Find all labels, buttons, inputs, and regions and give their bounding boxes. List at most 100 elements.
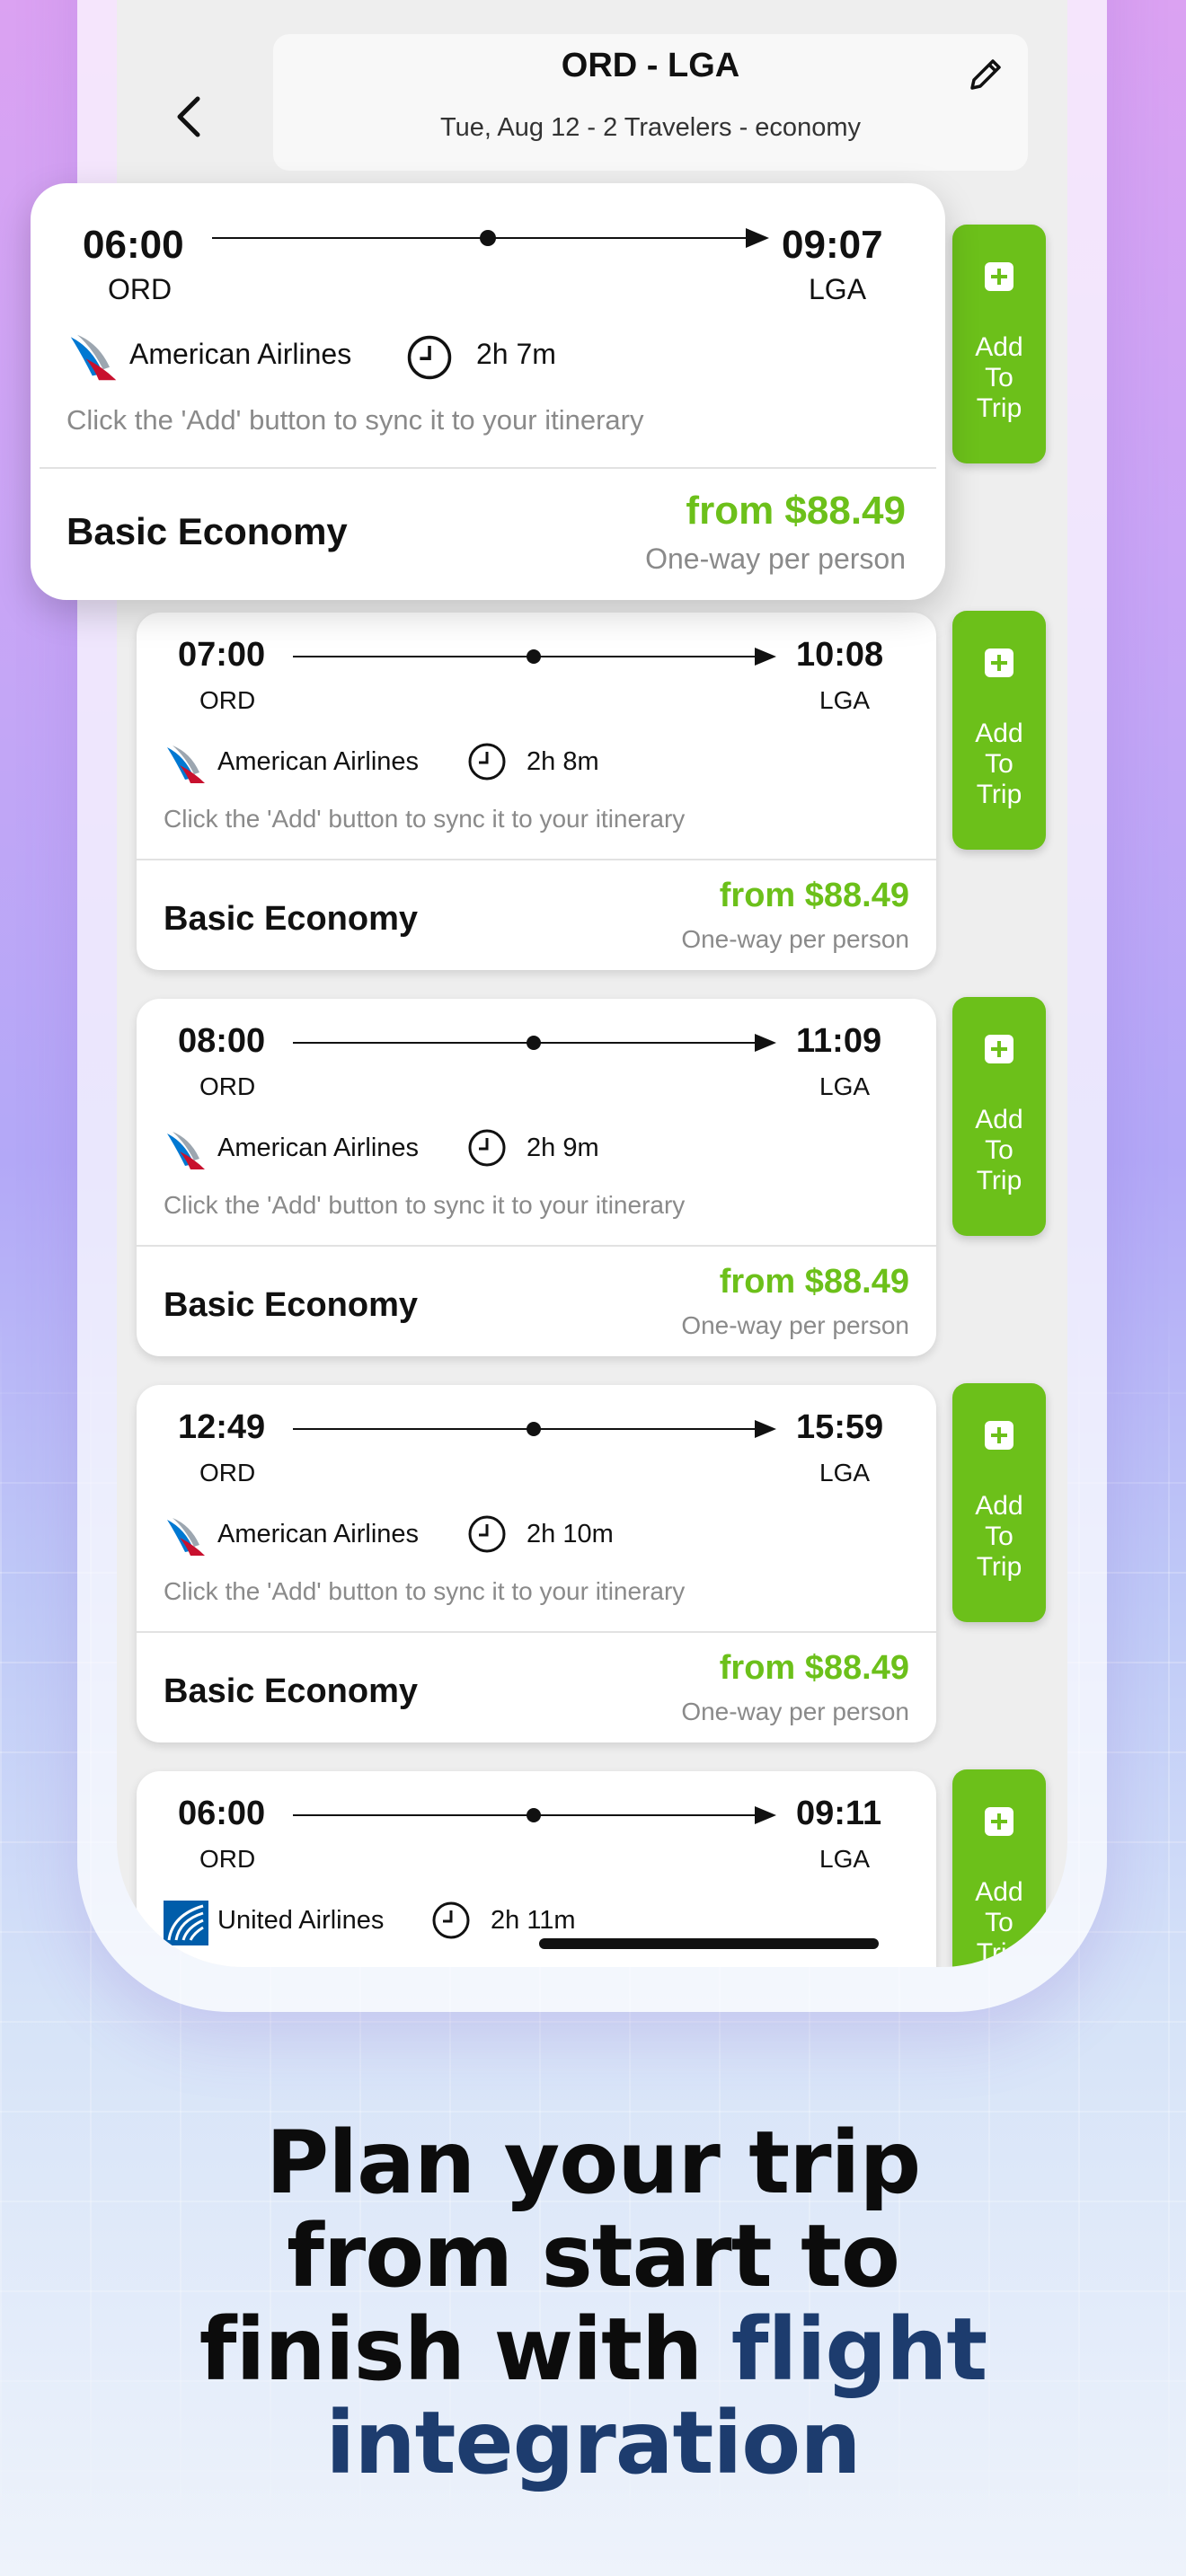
departure-time: 08:00 bbox=[178, 1022, 266, 1060]
price: from $88.49 bbox=[719, 1263, 909, 1301]
sync-hint: Click the 'Add' button to sync it to you… bbox=[164, 805, 686, 833]
add-to-trip-label: Add To Trip bbox=[975, 332, 1023, 423]
clock-icon bbox=[407, 335, 452, 380]
departure-time: 12:49 bbox=[178, 1408, 266, 1446]
featured-flight-card[interactable]: 06:00 ORD 09:07 LGA American Airlines 2h… bbox=[31, 183, 945, 600]
plus-icon bbox=[985, 1035, 1013, 1063]
route-title: ORD - LGA bbox=[561, 47, 740, 84]
add-to-trip-button[interactable]: Add To Trip bbox=[952, 997, 1046, 1236]
add-to-trip-button[interactable]: Add To Trip bbox=[952, 1769, 1046, 1967]
headline-line-3-plain: finish with bbox=[199, 2299, 731, 2400]
divider bbox=[137, 1245, 936, 1247]
departure-code: ORD bbox=[199, 1845, 256, 1873]
clock-icon bbox=[468, 1129, 506, 1167]
departure-code: ORD bbox=[199, 1459, 256, 1486]
clock-icon bbox=[432, 1901, 470, 1939]
american-airlines-logo bbox=[167, 1518, 205, 1556]
add-to-trip-label: Add To Trip bbox=[975, 1105, 1023, 1195]
add-to-trip-label: Add To Trip bbox=[975, 719, 1023, 809]
route-arrow bbox=[746, 228, 769, 248]
fare-class: Basic Economy bbox=[66, 510, 348, 552]
add-to-trip-button[interactable]: Add To Trip bbox=[952, 611, 1046, 850]
arrival-time: 11:09 bbox=[796, 1022, 882, 1060]
flight-duration: 2h 7m bbox=[476, 338, 556, 370]
route-arrow bbox=[755, 648, 776, 666]
arrival-time: 09:11 bbox=[796, 1795, 882, 1832]
flight-card[interactable]: 08:00 ORD 11:09 LGA American Airlines 2h… bbox=[137, 999, 936, 1356]
route-dot bbox=[480, 230, 496, 246]
plus-icon bbox=[985, 648, 1013, 677]
arrival-code: LGA bbox=[819, 686, 871, 714]
flight-duration: 2h 9m bbox=[527, 1134, 599, 1162]
marketing-headline: Plan your trip from start to finish with… bbox=[0, 2116, 1186, 2490]
sync-hint: Click the 'Add' button to sync it to you… bbox=[66, 404, 644, 436]
sync-hint: Click the 'Add' button to sync it to you… bbox=[164, 1577, 686, 1605]
departure-code: ORD bbox=[199, 686, 256, 714]
plus-icon bbox=[985, 1807, 1013, 1836]
arrival-time: 09:07 bbox=[782, 223, 883, 267]
divider bbox=[40, 467, 936, 469]
headline-line-1: Plan your trip bbox=[265, 2113, 921, 2213]
sync-hint: Click the 'Add' button to sync it to you… bbox=[164, 1191, 686, 1219]
fare-class: Basic Economy bbox=[164, 900, 418, 938]
route-dot bbox=[527, 1036, 541, 1050]
united-airlines-logo bbox=[164, 1901, 208, 1945]
departure-code: ORD bbox=[108, 273, 173, 305]
price-note: One-way per person bbox=[681, 1311, 909, 1339]
american-airlines-logo bbox=[167, 745, 205, 783]
departure-time: 06:00 bbox=[83, 223, 184, 267]
add-to-trip-button[interactable]: Add To Trip bbox=[952, 225, 1046, 463]
american-airlines-logo bbox=[167, 1132, 205, 1169]
fare-class: Basic Economy bbox=[164, 1286, 418, 1324]
plus-icon bbox=[985, 1421, 1013, 1450]
home-indicator bbox=[539, 1938, 879, 1949]
departure-time: 07:00 bbox=[178, 636, 266, 674]
route-dot bbox=[527, 1422, 541, 1436]
airline-name: American Airlines bbox=[217, 1134, 420, 1162]
route-arrow bbox=[755, 1420, 776, 1438]
pencil-icon[interactable] bbox=[963, 52, 1008, 97]
price: from $88.49 bbox=[686, 489, 906, 533]
route-arrow bbox=[755, 1034, 776, 1052]
headline-line-4: integration bbox=[325, 2393, 861, 2493]
arrival-time: 15:59 bbox=[796, 1408, 884, 1446]
route-dot bbox=[527, 1808, 541, 1822]
price-note: One-way per person bbox=[645, 543, 906, 575]
flight-duration: 2h 10m bbox=[527, 1520, 614, 1548]
arrival-time: 10:08 bbox=[796, 636, 884, 674]
airline-name: American Airlines bbox=[129, 338, 352, 370]
flight-card[interactable]: 12:49 ORD 15:59 LGA American Airlines 2h… bbox=[137, 1385, 936, 1742]
clock-icon bbox=[468, 1515, 506, 1553]
airline-name: American Airlines bbox=[217, 747, 420, 776]
route-arrow bbox=[755, 1806, 776, 1824]
departure-time: 06:00 bbox=[178, 1795, 266, 1832]
fare-class: Basic Economy bbox=[164, 1672, 418, 1710]
add-to-trip-label: Add To Trip bbox=[975, 1877, 1023, 1967]
chevron-left-icon[interactable] bbox=[167, 90, 212, 144]
plus-icon bbox=[985, 262, 1013, 291]
price: from $88.49 bbox=[719, 877, 909, 914]
arrival-code: LGA bbox=[809, 273, 867, 305]
route-header[interactable]: ORD - LGA Tue, Aug 12 - 2 Travelers - ec… bbox=[273, 34, 1028, 171]
add-to-trip-label: Add To Trip bbox=[975, 1491, 1023, 1582]
divider bbox=[137, 859, 936, 860]
flight-card[interactable]: 07:00 ORD 10:08 LGA American Airlines 2h… bbox=[137, 613, 936, 970]
add-to-trip-button[interactable]: Add To Trip bbox=[952, 1383, 1046, 1622]
airline-name: American Airlines bbox=[217, 1520, 420, 1548]
airline-name: United Airlines bbox=[217, 1906, 385, 1935]
arrival-code: LGA bbox=[819, 1459, 871, 1486]
divider bbox=[137, 1631, 936, 1633]
arrival-code: LGA bbox=[819, 1072, 871, 1100]
price-note: One-way per person bbox=[681, 925, 909, 953]
headline-line-2: from start to bbox=[287, 2206, 900, 2307]
route-subtitle: Tue, Aug 12 - 2 Travelers - economy bbox=[440, 113, 861, 142]
arrival-code: LGA bbox=[819, 1845, 871, 1873]
clock-icon bbox=[468, 743, 506, 781]
headline-accent-flight: flight bbox=[730, 2299, 988, 2400]
price: from $88.49 bbox=[719, 1649, 909, 1687]
american-airlines-logo bbox=[70, 334, 117, 381]
headline-line-3: finish with flight bbox=[0, 2303, 1186, 2396]
departure-code: ORD bbox=[199, 1072, 256, 1100]
flight-duration: 2h 11m bbox=[491, 1906, 576, 1935]
flight-duration: 2h 8m bbox=[527, 747, 599, 776]
